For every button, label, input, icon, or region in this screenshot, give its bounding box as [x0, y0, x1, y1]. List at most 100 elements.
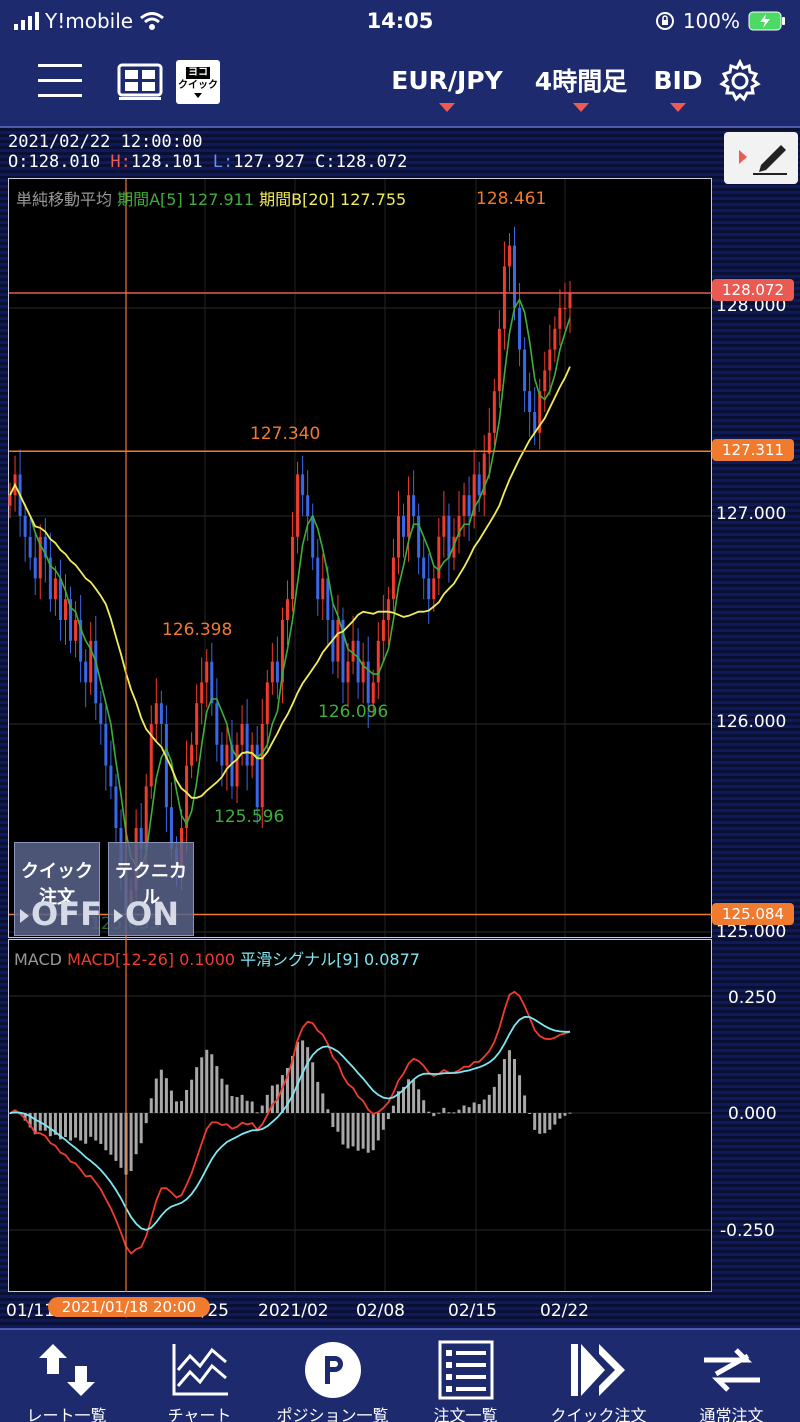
- candle-body: [104, 724, 108, 766]
- tab-chart[interactable]: チャート: [133, 1330, 266, 1422]
- macd-histogram-bar: [270, 1085, 274, 1113]
- chart-area: 2021/02/22 12:00:00 O:128.010 H:128.101 …: [0, 128, 800, 1328]
- macd-histogram-bar: [311, 1062, 315, 1113]
- play-icon: [114, 909, 123, 923]
- candle-body: [396, 516, 400, 558]
- menu-button[interactable]: [36, 60, 84, 102]
- price-type-selector[interactable]: BID: [648, 58, 708, 112]
- quick-order-toggle[interactable]: クイック注文 OFF: [14, 842, 102, 936]
- macd-line: [9, 990, 571, 1255]
- candle-body: [316, 557, 320, 600]
- candle-body: [391, 557, 395, 600]
- yoko-quick-button[interactable]: ヨコ クイック: [176, 60, 220, 104]
- macd-histogram-bar: [129, 1113, 133, 1172]
- candle-body: [492, 391, 496, 433]
- gear-icon: [719, 59, 761, 102]
- macd-histogram-bar: [442, 1107, 446, 1113]
- sma-a-line: [9, 297, 571, 871]
- candle-body: [190, 744, 194, 766]
- candle-body: [462, 495, 466, 516]
- macd-histogram-bar: [144, 1113, 148, 1124]
- candle-body: [563, 308, 567, 309]
- macd-histogram-bar: [235, 1097, 239, 1113]
- candle-body: [407, 495, 411, 537]
- macd-histogram-bar: [487, 1094, 491, 1113]
- status-bar: Y!mobile 14:05 100%: [0, 0, 800, 42]
- macd-histogram-bar: [200, 1057, 204, 1113]
- signal-line: [9, 1015, 570, 1231]
- macd-histogram-bar: [548, 1113, 552, 1130]
- candle-body: [114, 786, 118, 828]
- candle-body: [386, 599, 390, 620]
- candle-body: [99, 703, 103, 724]
- macd-histogram-bar: [386, 1113, 390, 1120]
- rotation-lock-icon: [655, 12, 674, 30]
- candle-body: [548, 349, 552, 371]
- candle-body: [497, 328, 501, 392]
- normal-order-icon: [703, 1348, 760, 1392]
- candle-body: [376, 640, 380, 683]
- sma-label: 単純移動平均: [16, 190, 113, 209]
- macd-histogram-bar: [341, 1113, 345, 1145]
- sma-legend: 単純移動平均 期間A[5] 127.911 期間B[20] 127.755: [16, 186, 406, 210]
- macd-tick: 0.000: [728, 1104, 777, 1124]
- price-type-label: BID: [653, 65, 703, 95]
- tab-label: チャート: [167, 1406, 232, 1422]
- technical-toggle[interactable]: テクニカル ON: [108, 842, 194, 936]
- macd-histogram-bar: [225, 1084, 229, 1113]
- tab-order-list[interactable]: 注文一覧: [399, 1330, 532, 1422]
- dropdown-icon: [194, 92, 202, 98]
- settings-button[interactable]: [716, 58, 764, 104]
- candle-body: [195, 703, 199, 745]
- candle-body: [402, 516, 406, 537]
- candle-body: [94, 640, 98, 704]
- macd-histogram-bar: [316, 1081, 320, 1113]
- macd-histogram-bar: [331, 1113, 335, 1128]
- candle-body: [84, 661, 88, 683]
- candle-body: [185, 765, 189, 828]
- macd-legend: MACD MACD[12-26] 0.1000 平滑シグナル[9] 0.0877: [14, 946, 420, 970]
- candle-body: [33, 557, 37, 579]
- candle-body: [63, 599, 67, 620]
- price-tick: 127.000: [716, 504, 787, 524]
- macd-histogram-bar: [513, 1058, 517, 1113]
- macd-histogram-bar: [205, 1049, 209, 1113]
- macd-histogram-bar: [240, 1094, 244, 1113]
- candle-body: [245, 724, 249, 766]
- tab-rate-list[interactable]: レート一覧: [0, 1330, 133, 1422]
- high-annotation: 128.461: [476, 189, 547, 209]
- layout-button[interactable]: [116, 62, 164, 102]
- x-tick: 2021/02: [258, 1301, 329, 1321]
- macd-histogram-bar: [220, 1078, 224, 1113]
- macd-histogram-bar: [149, 1098, 153, 1113]
- macd-histogram-bar: [296, 1041, 300, 1113]
- quick-label: クイック: [178, 79, 218, 91]
- macd-histogram-bar: [260, 1105, 264, 1113]
- macd-histogram-bar: [417, 1089, 421, 1113]
- tab-position-list[interactable]: ポジション一覧: [266, 1330, 399, 1422]
- tab-label: 通常注文: [699, 1406, 764, 1422]
- yoko-label: ヨコ: [186, 66, 210, 79]
- timeframe-caret-icon: [573, 103, 589, 112]
- position-icon: [304, 1342, 361, 1398]
- battery-charging-icon: [748, 11, 785, 31]
- tab-normal-order[interactable]: 通常注文: [665, 1330, 798, 1422]
- candle-body: [74, 620, 78, 641]
- macd-histogram-bar: [422, 1100, 426, 1113]
- low-annotation: 126.096: [318, 702, 389, 722]
- macd-histogram-bar: [114, 1113, 118, 1161]
- candle-body: [412, 495, 416, 516]
- x-tick: 02/15: [448, 1301, 497, 1321]
- symbol-selector[interactable]: EUR/JPY: [382, 58, 512, 112]
- status-right: 100%: [655, 6, 786, 36]
- timeframe-selector[interactable]: 4時間足: [526, 58, 636, 112]
- tab-quick-order[interactable]: クイック注文: [532, 1330, 665, 1422]
- macd-histogram-bar: [99, 1113, 103, 1144]
- candle-body: [533, 412, 537, 433]
- candle-body: [568, 293, 572, 308]
- high-annotation: 126.398: [162, 620, 233, 640]
- macd-histogram-bar: [427, 1111, 431, 1113]
- macd-histogram-bar: [154, 1078, 158, 1113]
- macd-histogram-bar: [43, 1113, 47, 1131]
- macd-histogram-bar: [215, 1066, 219, 1113]
